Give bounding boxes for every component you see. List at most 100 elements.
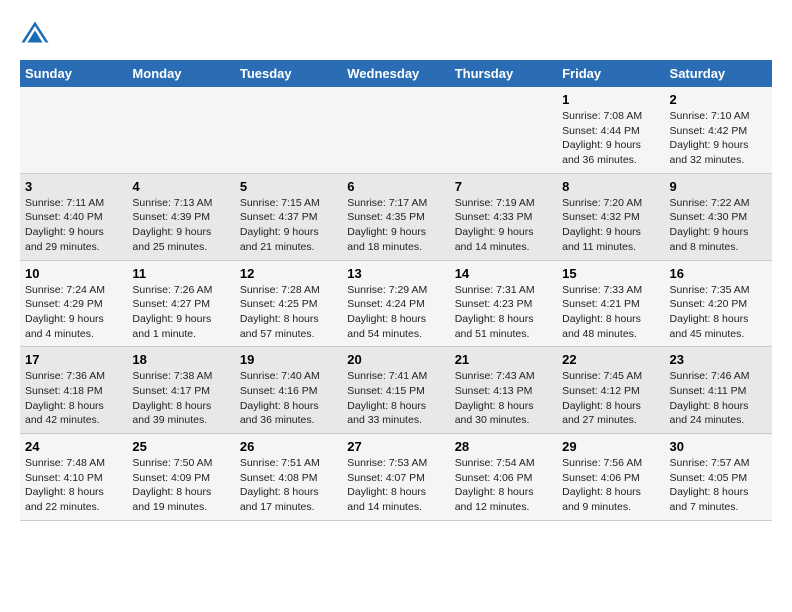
calendar-cell: 27 Sunrise: 7:53 AM Sunset: 4:07 PM Dayli…: [342, 434, 449, 521]
calendar-cell: 10Sunrise: 7:24 AM Sunset: 4:29 PM Dayli…: [20, 260, 127, 347]
day-number: 27: [347, 439, 444, 454]
day-info: Sunrise: 7:40 AM Sunset: 4:16 PM Dayligh…: [240, 369, 337, 428]
calendar-cell: 23Sunrise: 7:46 AM Sunset: 4:11 PM Dayli…: [665, 347, 772, 434]
day-info: Sunrise: 7:53 AM Sunset: 4:07 PM Dayligh…: [347, 456, 444, 515]
day-number: 12: [240, 266, 337, 281]
day-number: 30: [670, 439, 767, 454]
calendar-cell: 20 Sunrise: 7:41 AM Sunset: 4:15 PM Dayli…: [342, 347, 449, 434]
calendar-cell: 2 Sunrise: 7:10 AM Sunset: 4:42 PM Daylig…: [665, 87, 772, 173]
day-number: 15: [562, 266, 659, 281]
calendar-cell: [235, 87, 342, 173]
calendar-cell: [342, 87, 449, 173]
day-number: 26: [240, 439, 337, 454]
calendar-cell: 5 Sunrise: 7:15 AM Sunset: 4:37 PM Daylig…: [235, 173, 342, 260]
week-row-5: 24Sunrise: 7:48 AM Sunset: 4:10 PM Dayli…: [20, 434, 772, 521]
calendar-cell: 4 Sunrise: 7:13 AM Sunset: 4:39 PM Daylig…: [127, 173, 234, 260]
day-info: Sunrise: 7:10 AM Sunset: 4:42 PM Dayligh…: [670, 109, 767, 168]
calendar-cell: 12 Sunrise: 7:28 AM Sunset: 4:25 PM Dayli…: [235, 260, 342, 347]
day-number: 20: [347, 352, 444, 367]
calendar-cell: 30 Sunrise: 7:57 AM Sunset: 4:05 PM Dayli…: [665, 434, 772, 521]
column-header-saturday: Saturday: [665, 60, 772, 87]
day-number: 19: [240, 352, 337, 367]
day-info: Sunrise: 7:48 AM Sunset: 4:10 PM Dayligh…: [25, 456, 122, 515]
day-number: 11: [132, 266, 229, 281]
calendar-cell: 9 Sunrise: 7:22 AM Sunset: 4:30 PM Daylig…: [665, 173, 772, 260]
day-number: 18: [132, 352, 229, 367]
day-info: Sunrise: 7:50 AM Sunset: 4:09 PM Dayligh…: [132, 456, 229, 515]
day-info: Sunrise: 7:17 AM Sunset: 4:35 PM Dayligh…: [347, 196, 444, 255]
calendar-cell: 19 Sunrise: 7:40 AM Sunset: 4:16 PM Dayli…: [235, 347, 342, 434]
day-info: Sunrise: 7:20 AM Sunset: 4:32 PM Dayligh…: [562, 196, 659, 255]
day-info: Sunrise: 7:08 AM Sunset: 4:44 PM Dayligh…: [562, 109, 659, 168]
column-header-thursday: Thursday: [450, 60, 557, 87]
day-number: 1: [562, 92, 659, 107]
calendar-cell: 13Sunrise: 7:29 AM Sunset: 4:24 PM Dayli…: [342, 260, 449, 347]
day-number: 4: [132, 179, 229, 194]
day-info: Sunrise: 7:38 AM Sunset: 4:17 PM Dayligh…: [132, 369, 229, 428]
day-number: 6: [347, 179, 444, 194]
calendar-cell: [127, 87, 234, 173]
week-row-3: 10Sunrise: 7:24 AM Sunset: 4:29 PM Dayli…: [20, 260, 772, 347]
day-number: 23: [670, 352, 767, 367]
calendar-cell: 11Sunrise: 7:26 AM Sunset: 4:27 PM Dayli…: [127, 260, 234, 347]
calendar-cell: 6 Sunrise: 7:17 AM Sunset: 4:35 PM Daylig…: [342, 173, 449, 260]
calendar-cell: 24Sunrise: 7:48 AM Sunset: 4:10 PM Dayli…: [20, 434, 127, 521]
column-header-friday: Friday: [557, 60, 664, 87]
week-row-4: 17 Sunrise: 7:36 AM Sunset: 4:18 PM Dayli…: [20, 347, 772, 434]
day-number: 22: [562, 352, 659, 367]
day-number: 8: [562, 179, 659, 194]
calendar-cell: 29 Sunrise: 7:56 AM Sunset: 4:06 PM Dayli…: [557, 434, 664, 521]
week-row-1: 1 Sunrise: 7:08 AM Sunset: 4:44 PM Daylig…: [20, 87, 772, 173]
day-info: Sunrise: 7:35 AM Sunset: 4:20 PM Dayligh…: [670, 283, 767, 342]
day-info: Sunrise: 7:57 AM Sunset: 4:05 PM Dayligh…: [670, 456, 767, 515]
day-number: 17: [25, 352, 122, 367]
day-number: 29: [562, 439, 659, 454]
day-number: 2: [670, 92, 767, 107]
day-info: Sunrise: 7:33 AM Sunset: 4:21 PM Dayligh…: [562, 283, 659, 342]
logo-icon: [20, 20, 50, 50]
day-info: Sunrise: 7:11 AM Sunset: 4:40 PM Dayligh…: [25, 196, 122, 255]
calendar-cell: [20, 87, 127, 173]
calendar-cell: 25Sunrise: 7:50 AM Sunset: 4:09 PM Dayli…: [127, 434, 234, 521]
day-info: Sunrise: 7:29 AM Sunset: 4:24 PM Dayligh…: [347, 283, 444, 342]
day-info: Sunrise: 7:54 AM Sunset: 4:06 PM Dayligh…: [455, 456, 552, 515]
day-number: 28: [455, 439, 552, 454]
day-number: 9: [670, 179, 767, 194]
calendar-cell: 14Sunrise: 7:31 AM Sunset: 4:23 PM Dayli…: [450, 260, 557, 347]
calendar-cell: 16 Sunrise: 7:35 AM Sunset: 4:20 PM Dayli…: [665, 260, 772, 347]
calendar-table: SundayMondayTuesdayWednesdayThursdayFrid…: [20, 60, 772, 521]
calendar-cell: 15 Sunrise: 7:33 AM Sunset: 4:21 PM Dayli…: [557, 260, 664, 347]
logo: [20, 20, 54, 50]
calendar-cell: 21 Sunrise: 7:43 AM Sunset: 4:13 PM Dayli…: [450, 347, 557, 434]
day-info: Sunrise: 7:43 AM Sunset: 4:13 PM Dayligh…: [455, 369, 552, 428]
day-number: 21: [455, 352, 552, 367]
calendar-cell: 18 Sunrise: 7:38 AM Sunset: 4:17 PM Dayli…: [127, 347, 234, 434]
column-header-tuesday: Tuesday: [235, 60, 342, 87]
day-info: Sunrise: 7:31 AM Sunset: 4:23 PM Dayligh…: [455, 283, 552, 342]
day-number: 5: [240, 179, 337, 194]
calendar-cell: 22Sunrise: 7:45 AM Sunset: 4:12 PM Dayli…: [557, 347, 664, 434]
page-header: [20, 20, 772, 50]
column-header-sunday: Sunday: [20, 60, 127, 87]
calendar-cell: 17 Sunrise: 7:36 AM Sunset: 4:18 PM Dayli…: [20, 347, 127, 434]
week-row-2: 3 Sunrise: 7:11 AM Sunset: 4:40 PM Daylig…: [20, 173, 772, 260]
calendar-cell: 28 Sunrise: 7:54 AM Sunset: 4:06 PM Dayli…: [450, 434, 557, 521]
column-header-wednesday: Wednesday: [342, 60, 449, 87]
day-number: 3: [25, 179, 122, 194]
day-number: 10: [25, 266, 122, 281]
calendar-cell: 8 Sunrise: 7:20 AM Sunset: 4:32 PM Daylig…: [557, 173, 664, 260]
day-info: Sunrise: 7:56 AM Sunset: 4:06 PM Dayligh…: [562, 456, 659, 515]
day-info: Sunrise: 7:13 AM Sunset: 4:39 PM Dayligh…: [132, 196, 229, 255]
calendar-cell: 7Sunrise: 7:19 AM Sunset: 4:33 PM Daylig…: [450, 173, 557, 260]
day-info: Sunrise: 7:19 AM Sunset: 4:33 PM Dayligh…: [455, 196, 552, 255]
day-info: Sunrise: 7:15 AM Sunset: 4:37 PM Dayligh…: [240, 196, 337, 255]
day-info: Sunrise: 7:36 AM Sunset: 4:18 PM Dayligh…: [25, 369, 122, 428]
calendar-cell: [450, 87, 557, 173]
day-info: Sunrise: 7:22 AM Sunset: 4:30 PM Dayligh…: [670, 196, 767, 255]
day-info: Sunrise: 7:41 AM Sunset: 4:15 PM Dayligh…: [347, 369, 444, 428]
day-number: 16: [670, 266, 767, 281]
day-info: Sunrise: 7:28 AM Sunset: 4:25 PM Dayligh…: [240, 283, 337, 342]
calendar-cell: 3 Sunrise: 7:11 AM Sunset: 4:40 PM Daylig…: [20, 173, 127, 260]
calendar-cell: 26Sunrise: 7:51 AM Sunset: 4:08 PM Dayli…: [235, 434, 342, 521]
calendar-cell: 1 Sunrise: 7:08 AM Sunset: 4:44 PM Daylig…: [557, 87, 664, 173]
